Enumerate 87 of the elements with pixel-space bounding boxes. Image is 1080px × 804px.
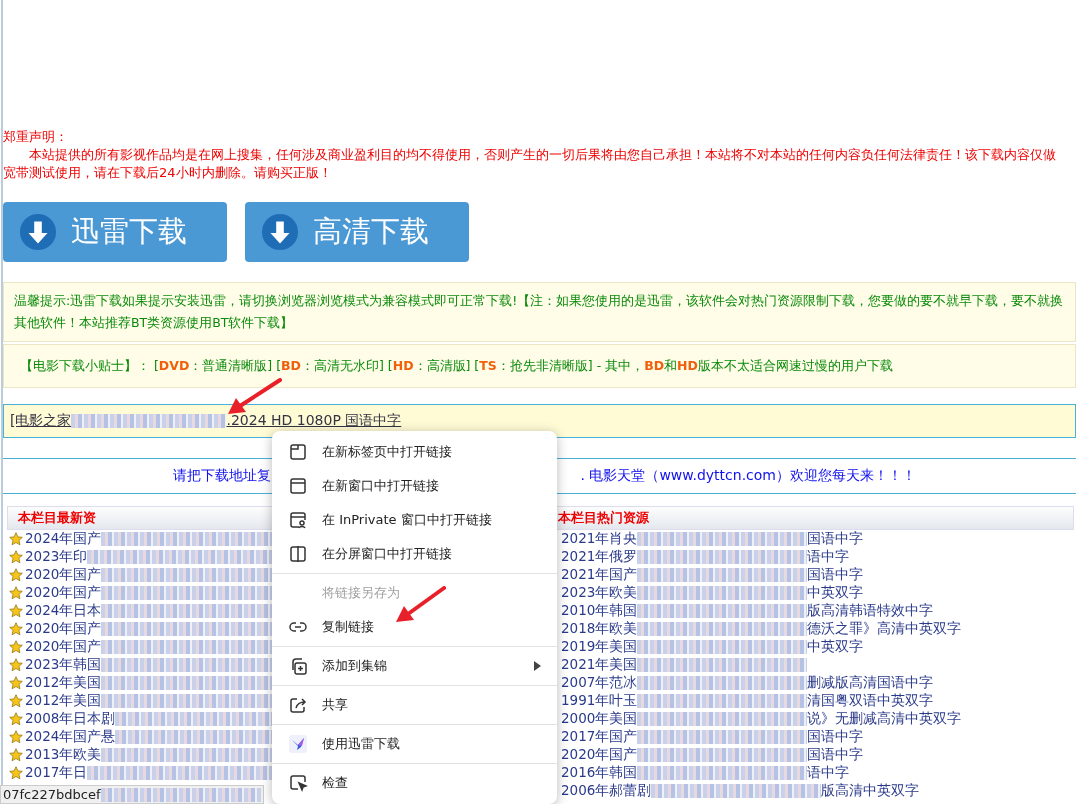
star-icon	[9, 532, 23, 546]
movie-link[interactable]: 2023年欧美	[561, 584, 638, 602]
star-icon	[9, 640, 23, 654]
movie-link[interactable]: 2012年美国	[25, 674, 102, 692]
movie-link[interactable]: 2020年国产	[25, 584, 102, 602]
menu-item[interactable]: 在新标签页中打开链接	[272, 435, 557, 469]
star-icon	[9, 586, 23, 600]
movie-link[interactable]: 版高清中英双字	[821, 782, 920, 800]
movie-link[interactable]: 2000年美国	[561, 710, 638, 728]
movie-link[interactable]: 2018年欧美	[561, 620, 638, 638]
list-title: 本栏目热门资源	[558, 509, 649, 527]
submenu-caret-icon	[533, 661, 541, 671]
movie-link[interactable]: 国语中字	[807, 746, 864, 764]
disclaimer-text: 本站提供的所有影视作品均是在网上搜集，任何涉及商业盈利目的均不得使用，否则产生的一切后果将由您自己承担！本站将不对本站的任何内容负任何法律责任！该下载内容仅做宽带测试使用，请在下载后24小时内删除。请购买正版！	[3, 146, 1057, 182]
star-icon	[9, 676, 23, 690]
movie-link[interactable]: 国语中字	[807, 566, 864, 584]
menu-item[interactable]: 在新窗口中打开链接	[272, 469, 557, 503]
star-icon	[9, 766, 23, 780]
window-icon	[288, 476, 308, 496]
download-link[interactable]: [电影之家	[10, 412, 72, 430]
movie-link[interactable]: 2021年国产	[561, 566, 638, 584]
star-icon	[9, 712, 23, 726]
star-icon	[9, 658, 23, 672]
movie-link[interactable]: 删减版高清国语中字	[807, 674, 934, 692]
inspect-icon	[288, 773, 308, 793]
movie-link[interactable]: 2023年印	[25, 548, 88, 566]
movie-link[interactable]: 2006年郝蕾剧	[561, 782, 652, 800]
movie-link[interactable]: 2019年美国	[561, 638, 638, 656]
movie-link[interactable]: 德沃之罪》高清中英双字	[807, 620, 962, 638]
download-icon	[261, 213, 299, 251]
copy-notice: 请把下载地址复	[173, 467, 271, 485]
movie-link[interactable]: 2010年韩国	[561, 602, 638, 620]
movie-link[interactable]: 说》无删减高清中英双字	[807, 710, 962, 728]
movie-link[interactable]: 2020年国产	[25, 566, 102, 584]
star-icon	[9, 622, 23, 636]
download-icon	[19, 213, 57, 251]
movie-link[interactable]: 清国粤双语中英双字	[807, 692, 934, 710]
movie-link[interactable]: 2007年范冰	[561, 674, 638, 692]
notice-text: 温馨提示:迅雷下载如果提示安装迅雷，请切换浏览器浏览模式为兼容模式即可正常下载!【注：如果您使用的是迅雷，该软件会对热门资源限制下载，您要做的要不就早下载，要不就换其他软件！本站推荐BT类资源使用BT软件下载】	[3, 282, 1076, 342]
movie-link[interactable]: 语中字	[807, 548, 850, 566]
menu-item[interactable]: 检查	[272, 766, 557, 800]
movie-link[interactable]: 2024年国产悬	[25, 728, 116, 746]
movie-link[interactable]: 2013年欧美	[25, 746, 102, 764]
movie-link[interactable]: 国语中字	[807, 728, 864, 746]
menu-item[interactable]: 复制链接	[272, 610, 557, 644]
movie-link[interactable]: 2017年日	[25, 764, 88, 782]
split-window-icon	[288, 544, 308, 564]
disclaimer-title: 郑重声明：	[3, 128, 69, 146]
movie-link[interactable]: 2016年韩国	[561, 764, 638, 782]
share-icon	[288, 695, 308, 715]
movie-link[interactable]: 2021年肖央	[561, 530, 638, 548]
menu-item[interactable]: 在分屏窗口中打开链接	[272, 537, 557, 571]
star-icon	[9, 550, 23, 564]
movie-link[interactable]: 中英双字	[807, 584, 864, 602]
movie-link[interactable]: 版高清韩语特效中字	[807, 602, 934, 620]
star-icon	[9, 694, 23, 708]
copy-notice: . 电影天堂（www.dyttcn.com）欢迎您每天来！！！	[580, 467, 916, 485]
menu-item[interactable]: 在 InPrivate 窗口中打开链接	[272, 503, 557, 537]
menu-item[interactable]: 添加到集锦	[272, 649, 557, 683]
movie-link[interactable]: 2024年日本	[25, 602, 102, 620]
status-url: 07fc227bdbcef	[3, 787, 101, 802]
movie-link[interactable]: 2021年俄罗	[561, 548, 638, 566]
movie-link[interactable]: 2020年国产	[25, 620, 102, 638]
star-icon	[9, 730, 23, 744]
star-icon	[9, 604, 23, 618]
movie-link[interactable]: 2012年美国	[25, 692, 102, 710]
star-icon	[9, 568, 23, 582]
movie-link[interactable]: 2023年韩国	[25, 656, 102, 674]
private-window-icon	[288, 510, 308, 530]
movie-link[interactable]: 1991年叶玉	[561, 692, 638, 710]
bird-icon	[288, 734, 308, 754]
movie-link[interactable]: 国语中字	[807, 530, 864, 548]
list-title: 本栏目最新资	[18, 509, 96, 527]
movie-link[interactable]: 2008年日本剧	[25, 710, 116, 728]
menu-item[interactable]: 使用迅雷下载	[272, 727, 557, 761]
movie-link[interactable]: 2017年国产	[561, 728, 638, 746]
tips-text: 【电影下载小贴士】： [DVD：普通清晰版] [BD：高清无水印] [HD：高清版] [TS：抢先非清晰版] - 其中，BD和HD版本不太适合网速过慢的用户下载	[3, 344, 1076, 388]
menu-item[interactable]: 共享	[272, 688, 557, 722]
star-icon	[9, 748, 23, 762]
download-link[interactable]: .2024 HD 1080P 国语中字	[226, 412, 402, 430]
movie-link[interactable]: 2020年国产	[561, 746, 638, 764]
new-tab-icon	[288, 442, 308, 462]
movie-link[interactable]: 语中字	[807, 764, 850, 782]
movie-link[interactable]: 2021年美国	[561, 656, 638, 674]
movie-link[interactable]: 2020年国产	[25, 638, 102, 656]
movie-link[interactable]: 中英双字	[807, 638, 864, 656]
movie-link[interactable]: 2024年国产	[25, 530, 102, 548]
